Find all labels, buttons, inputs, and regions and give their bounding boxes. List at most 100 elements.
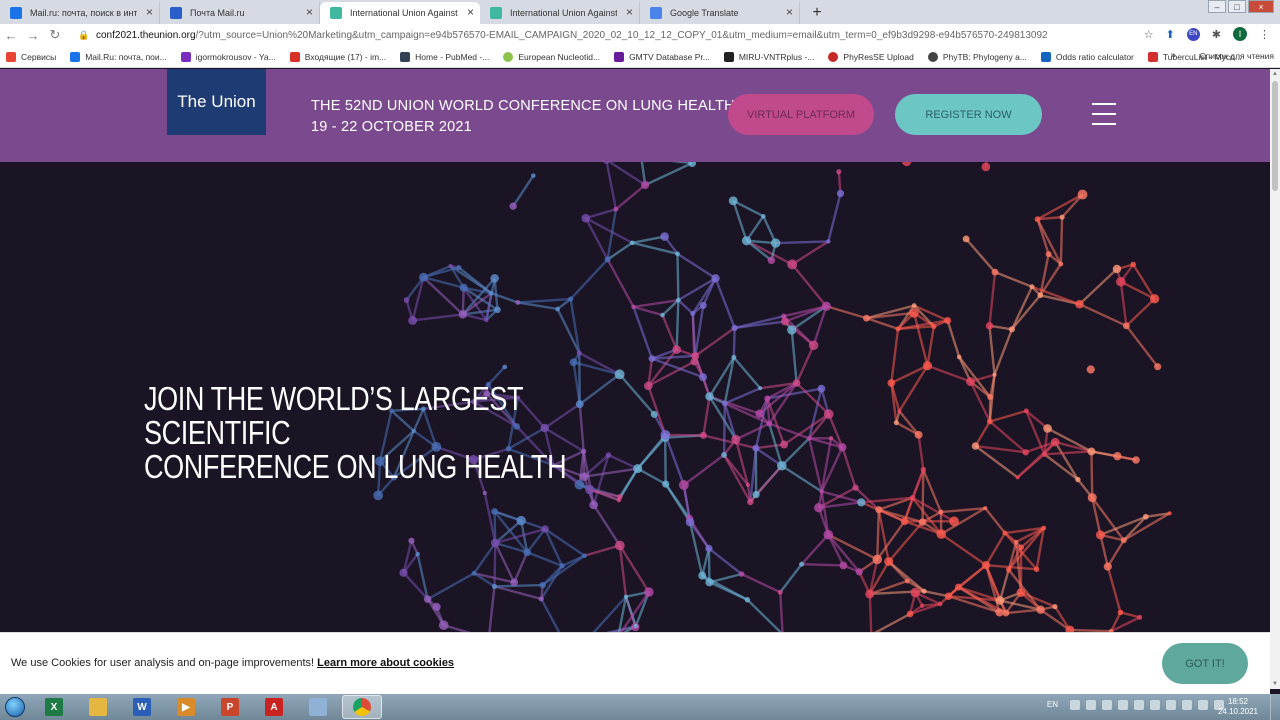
tray-icon[interactable] — [1118, 700, 1128, 710]
tray-icon[interactable] — [1102, 700, 1112, 710]
reload-icon[interactable]: ↻ — [44, 27, 66, 43]
bookmark-item[interactable]: MIRU-VNTRplus -... — [723, 51, 814, 62]
network-node — [1037, 292, 1044, 299]
tray-icon[interactable] — [1070, 700, 1080, 710]
bookmark-item[interactable]: Home - PubMed -... — [400, 51, 490, 62]
extensions-puzzle-icon[interactable]: ✱ — [1212, 28, 1221, 41]
bookmark-item[interactable]: igormokrousov - Ya... — [180, 51, 276, 62]
tab-google-translate[interactable]: Google Translate × — [640, 2, 800, 24]
page-scrollbar[interactable]: ▲ ▼ — [1270, 69, 1280, 689]
scrollbar-thumb[interactable] — [1272, 81, 1278, 191]
network-link — [1016, 453, 1046, 479]
tab-mail-ru[interactable]: Mail.ru: почта, поиск в интернете × — [0, 2, 160, 24]
network-node — [741, 236, 752, 246]
taskbar-powerpoint[interactable]: P — [210, 695, 250, 719]
virtual-platform-button[interactable]: VIRTUAL PLATFORM — [728, 94, 874, 135]
bookmark-item[interactable]: European Nucleotid... — [503, 51, 600, 62]
tab-close-icon[interactable]: × — [786, 5, 793, 19]
maximize-icon[interactable]: □ — [1228, 0, 1246, 13]
tray-icon[interactable] — [1086, 700, 1096, 710]
network-link — [988, 272, 997, 326]
bookmark-item[interactable]: PhyTB: Phylogeny a... — [927, 51, 1027, 62]
network-node — [1137, 614, 1143, 620]
network-link — [1125, 297, 1156, 327]
network-node — [629, 240, 635, 246]
taskbar-excel[interactable]: X — [34, 695, 74, 719]
tab-close-icon[interactable]: × — [146, 5, 153, 19]
system-clock[interactable]: 18:52 24.10.2021 — [1218, 697, 1258, 717]
network-node — [699, 301, 707, 309]
tray-icon[interactable] — [1182, 700, 1192, 710]
conference-name: THE 52ND UNION WORLD CONFERENCE ON LUNG … — [311, 98, 735, 114]
tab-close-icon[interactable]: × — [467, 5, 474, 19]
register-now-button[interactable]: REGISTER NOW — [895, 94, 1042, 135]
tab-close-icon[interactable]: × — [306, 5, 313, 19]
show-desktop-button[interactable] — [1270, 694, 1280, 720]
bookmark-item[interactable]: GMTV Database Pr... — [614, 51, 710, 62]
taskbar-notepad[interactable] — [298, 695, 338, 719]
tray-icon[interactable] — [1134, 700, 1144, 710]
bookmark-item[interactable]: Входящие (17) - im... — [289, 51, 386, 62]
network-link — [1036, 193, 1084, 221]
scroll-up-arrow-icon[interactable]: ▲ — [1272, 71, 1278, 77]
network-node — [676, 297, 681, 303]
network-node — [698, 571, 707, 580]
network-node — [738, 571, 745, 577]
hamburger-menu-icon[interactable] — [1092, 103, 1116, 125]
scroll-down-arrow-icon[interactable]: ▼ — [1272, 681, 1278, 687]
network-link — [984, 507, 1006, 534]
mail-ru-favicon-icon — [10, 7, 22, 19]
network-node — [981, 561, 991, 570]
network-node — [981, 162, 991, 172]
network-node — [448, 263, 453, 269]
network-node — [502, 364, 508, 370]
network-node — [1041, 525, 1047, 531]
network-node — [780, 440, 788, 449]
got-it-button[interactable]: GOT IT! — [1162, 643, 1248, 684]
learn-more-cookies-link[interactable]: Learn more about cookies — [317, 657, 454, 669]
tab-pochta-mail-ru[interactable]: Почта Mail.ru × — [160, 2, 320, 24]
tray-icon[interactable] — [1166, 700, 1176, 710]
extension-cap-icon[interactable]: ⬆ — [1166, 28, 1175, 41]
start-button[interactable] — [0, 694, 30, 720]
taskbar-word[interactable]: W — [122, 695, 162, 719]
forward-arrow-icon[interactable]: → — [22, 28, 44, 43]
bookmark-star-icon[interactable]: ☆ — [1144, 28, 1154, 41]
bookmark-item[interactable]: Odds ratio calculator — [1040, 51, 1134, 62]
network-node — [1167, 511, 1172, 516]
bookmark-item[interactable]: Сервисы — [6, 51, 56, 62]
tab-union-active[interactable]: International Union Against Tuberculosis… — [320, 2, 480, 24]
bookmark-item[interactable]: Mail.Ru: почта, пои... — [70, 51, 167, 62]
language-indicator[interactable]: EN — [1047, 700, 1058, 710]
taskbar-chrome[interactable] — [342, 695, 382, 719]
new-tab-button[interactable]: + — [806, 2, 828, 24]
network-link — [873, 612, 911, 632]
tab-close-icon[interactable]: × — [626, 5, 633, 19]
close-window-icon[interactable]: × — [1248, 0, 1274, 13]
translate-extension-icon[interactable]: EN — [1186, 27, 1200, 41]
bookmark-item[interactable]: PhyResSE Upload — [828, 51, 914, 62]
minimize-icon[interactable]: – — [1208, 0, 1226, 13]
network-node — [944, 592, 953, 600]
menu-dots-icon[interactable]: ⋮ — [1259, 28, 1270, 41]
taskbar-acrobat[interactable]: A — [254, 695, 294, 719]
network-link — [1106, 566, 1122, 613]
network-link — [898, 410, 920, 436]
reading-list-button[interactable]: Список для чтения — [1199, 51, 1274, 61]
network-node — [631, 304, 636, 310]
back-arrow-icon[interactable]: ← — [0, 28, 22, 43]
bookmarks-more-chevron-icon[interactable]: » — [1170, 50, 1176, 61]
taskbar-explorer[interactable] — [78, 695, 118, 719]
network-node — [920, 603, 925, 608]
bookmark-label: Home - PubMed -... — [415, 51, 490, 62]
address-bar[interactable]: 🔒 conf2021.theunion.org /?utm_source=Uni… — [78, 30, 1138, 41]
taskbar-media-player[interactable]: ▶ — [166, 695, 206, 719]
windows-taskbar: X W ▶ P A EN 18:52 24.10.2021 — [0, 694, 1280, 720]
network-link — [841, 446, 857, 489]
tray-icon[interactable] — [1150, 700, 1160, 710]
network-icon[interactable] — [1198, 700, 1208, 710]
the-union-logo[interactable]: The Union — [167, 69, 266, 135]
network-link — [921, 469, 925, 523]
profile-avatar[interactable]: I — [1233, 27, 1247, 41]
tab-union[interactable]: International Union Against Tuberculosis… — [480, 2, 640, 24]
